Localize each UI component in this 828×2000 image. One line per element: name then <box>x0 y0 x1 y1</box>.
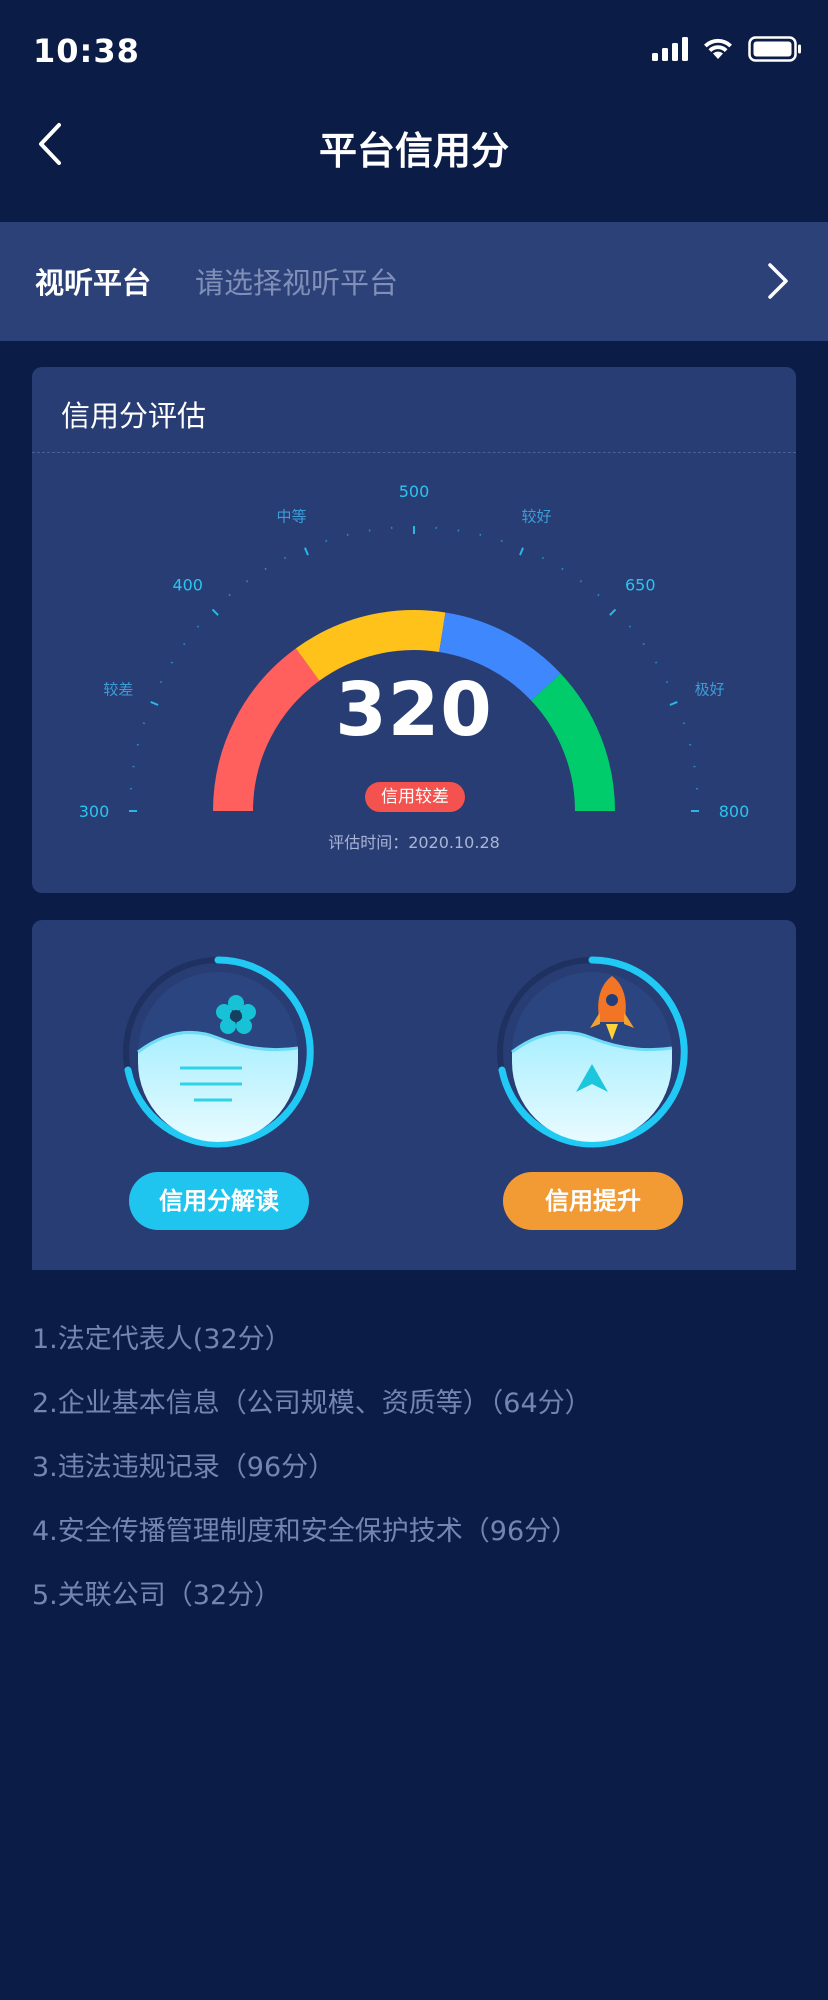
credit-level-badge: 信用较差 <box>365 782 465 812</box>
list-item: 5.关联公司（32分） <box>32 1580 282 1611</box>
gauge-tick <box>228 593 231 597</box>
gauge-tick <box>264 567 267 571</box>
status-bar: 10:38 <box>0 0 828 100</box>
credit-interpretation-button[interactable]: 信用分解读 <box>129 1172 309 1230</box>
gauge-tick <box>170 661 174 664</box>
list-item: 3.违法违规记录（96分） <box>32 1452 336 1483</box>
credit-evaluation-card: 信用分评估 300 较差 400 中等 500 较好 650 极好 800 320 信用较差 评… <box>32 367 796 893</box>
platform-selector[interactable]: 视听平台 请选择视听平台 <box>0 222 828 341</box>
gauge-tick <box>500 539 503 543</box>
gauge-tick <box>561 567 564 571</box>
gauge-tick <box>196 625 200 628</box>
gauge-scale-label: 400 <box>172 576 203 595</box>
gauge-tick <box>283 556 287 560</box>
gauge-tick <box>245 579 249 583</box>
gauge-tick <box>579 579 583 583</box>
gauge-tick <box>304 547 309 556</box>
gauge-tick <box>182 642 186 646</box>
cellular-signal-icon <box>652 37 688 61</box>
gauge-tick <box>211 608 219 616</box>
page-title: 平台信用分 <box>318 129 509 173</box>
gauge-tick <box>654 661 658 664</box>
gauge-tick <box>628 625 632 628</box>
chevron-right-icon <box>768 263 788 299</box>
gauge-tick <box>325 539 328 543</box>
list-item: 4.安全传播管理制度和安全保护技术（96分） <box>32 1516 579 1547</box>
status-icons <box>652 36 802 62</box>
gauge-scale-label: 650 <box>625 576 656 595</box>
card-title: 信用分评估 <box>61 399 207 433</box>
gauge-tick <box>597 593 600 597</box>
gauge-scale-label: 300 <box>79 802 110 821</box>
gauge-segment <box>295 610 446 682</box>
actions-card: 信用分解读 信用提升 <box>32 920 796 1270</box>
credit-score: 320 <box>335 667 493 753</box>
battery-icon <box>748 36 801 62</box>
nav-bar: 平台信用分 <box>0 100 828 220</box>
gauge-scale-label: 中等 <box>277 507 307 525</box>
gauge-scale-label: 较好 <box>521 507 551 525</box>
rocket-icon[interactable] <box>492 952 692 1152</box>
criteria-list: 1.法定代表人(32分） 2.企业基本信息（公司规模、资质等）（64分） 3.违… <box>32 1308 592 1628</box>
gauge-tick <box>519 547 524 556</box>
evaluation-time: 评估时间：2020.10.28 <box>328 833 500 852</box>
gauge-tick <box>541 556 545 560</box>
gauge-scale-label: 800 <box>719 802 750 821</box>
list-item: 1.法定代表人(32分） <box>32 1324 292 1355</box>
platform-placeholder: 请选择视听平台 <box>195 266 399 300</box>
platform-label: 视听平台 <box>35 266 152 300</box>
flower-water-icon[interactable] <box>118 952 318 1152</box>
gauge-tick <box>609 608 617 616</box>
wifi-icon <box>704 38 732 59</box>
gauge-scale-label: 500 <box>399 482 430 501</box>
status-time: 10:38 <box>33 32 140 70</box>
credit-improve-button[interactable]: 信用提升 <box>503 1172 683 1230</box>
gauge-tick <box>642 642 646 646</box>
list-item: 2.企业基本信息（公司规模、资质等）（64分） <box>32 1388 592 1419</box>
